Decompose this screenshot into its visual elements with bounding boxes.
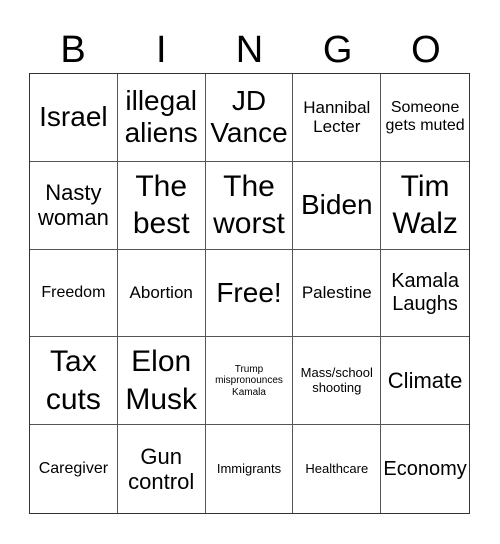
- bingo-cell[interactable]: Biden: [293, 161, 382, 250]
- bingo-cell[interactable]: Nasty woman: [30, 161, 118, 250]
- bingo-cell[interactable]: Gun control: [118, 425, 206, 513]
- bingo-cell[interactable]: Economy: [381, 425, 469, 513]
- bingo-cell[interactable]: Climate: [381, 337, 469, 426]
- bingo-header: B I N G O: [29, 27, 470, 73]
- header-letter-n: N: [235, 29, 264, 71]
- bingo-cell[interactable]: The worst: [205, 161, 294, 250]
- bingo-cell[interactable]: JD Vance: [205, 74, 294, 162]
- bingo-cell[interactable]: Trump mispronounces Kamala: [205, 337, 294, 426]
- bingo-cell[interactable]: Freedom: [30, 249, 118, 338]
- bingo-cell[interactable]: Immigrants: [206, 425, 294, 513]
- bingo-cell[interactable]: Palestine: [293, 249, 382, 338]
- header-letter-g: G: [322, 29, 353, 71]
- bingo-cell[interactable]: Israel: [30, 74, 118, 162]
- bingo-cell[interactable]: The best: [117, 161, 206, 250]
- bingo-cell[interactable]: Kamala Laughs: [381, 250, 469, 338]
- bingo-cell[interactable]: Tax cuts: [30, 337, 118, 426]
- bingo-cell[interactable]: illegal aliens: [117, 74, 206, 162]
- bingo-cell[interactable]: Healthcare: [293, 425, 382, 513]
- bingo-cell[interactable]: Abortion: [117, 249, 206, 338]
- bingo-cell[interactable]: Tim Walz: [381, 162, 469, 250]
- header-letter-i: I: [156, 29, 167, 71]
- bingo-cell[interactable]: Elon Musk: [117, 337, 206, 426]
- bingo-cell[interactable]: Someone gets muted: [381, 74, 469, 162]
- free-space-cell[interactable]: Free!: [205, 249, 294, 338]
- header-letter-o: O: [411, 29, 441, 71]
- bingo-cell[interactable]: Caregiver: [30, 425, 118, 513]
- bingo-cell[interactable]: Mass/school shooting: [293, 337, 382, 426]
- header-letter-b: B: [60, 29, 86, 71]
- bingo-card: Israel illegal aliens JD Vance Hannibal …: [29, 73, 470, 514]
- bingo-cell[interactable]: Hannibal Lecter: [293, 74, 382, 162]
